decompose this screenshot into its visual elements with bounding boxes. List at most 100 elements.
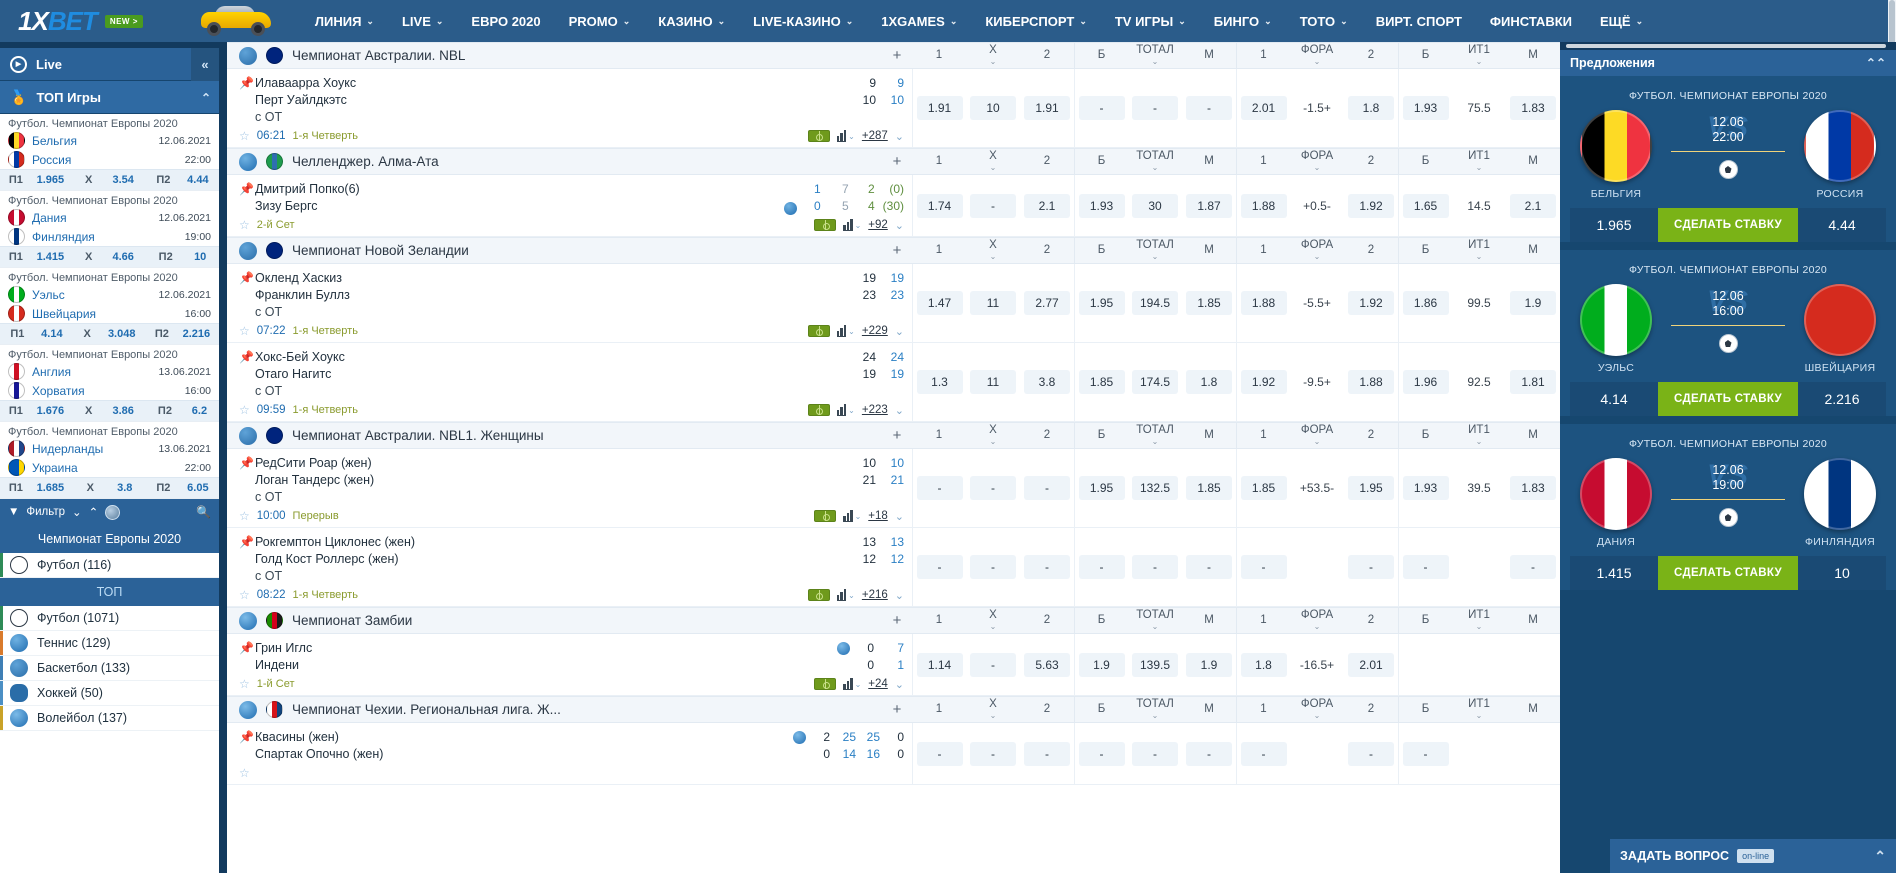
odd-cell-0[interactable]: 1.91 bbox=[912, 69, 966, 147]
add-league-button[interactable]: + bbox=[882, 697, 912, 722]
odd-cell-5[interactable]: - bbox=[1182, 723, 1236, 784]
odd-cell-0[interactable]: 1.47 bbox=[912, 264, 966, 342]
odd-cell-1[interactable]: - bbox=[966, 528, 1020, 606]
market-header-9[interactable]: Б bbox=[1398, 608, 1452, 633]
sidebar-sport-basketball[interactable]: Баскетбол (133) bbox=[0, 656, 219, 681]
odd-cell-1[interactable]: 10 bbox=[966, 69, 1020, 147]
market-header-8[interactable]: 2 bbox=[1344, 149, 1398, 174]
live-pitch-icon[interactable] bbox=[814, 219, 837, 231]
odd-cell-11[interactable] bbox=[1506, 723, 1560, 784]
live-pitch-icon[interactable] bbox=[807, 404, 830, 416]
top-game-team-row[interactable]: Украина 22:00 bbox=[0, 458, 219, 477]
globe-icon[interactable] bbox=[105, 504, 121, 520]
market-header-10[interactable]: ИТ1 ⌄ bbox=[1452, 423, 1506, 448]
odd-cell-7[interactable]: -1.5+ bbox=[1290, 69, 1344, 147]
add-league-button[interactable]: + bbox=[882, 149, 912, 174]
odd-cell-2[interactable]: - bbox=[1020, 528, 1074, 606]
odd-cell-4[interactable]: 139.5 bbox=[1128, 634, 1182, 695]
odd-cell-11[interactable]: - bbox=[1506, 528, 1560, 606]
odds-cell[interactable]: Х 3.048 bbox=[73, 324, 146, 344]
odd-cell-6[interactable]: 1.88 bbox=[1236, 264, 1290, 342]
market-header-6[interactable]: 1 bbox=[1236, 149, 1290, 174]
odd-cell-10[interactable]: 14.5 bbox=[1452, 175, 1506, 236]
pin-icon[interactable]: 📌 bbox=[239, 640, 255, 674]
right-panel-scroll[interactable] bbox=[1560, 42, 1896, 50]
live-pitch-icon[interactable] bbox=[814, 678, 837, 690]
odd-cell-0[interactable]: - bbox=[912, 528, 966, 606]
market-header-3[interactable]: Б bbox=[1074, 149, 1128, 174]
pin-icon[interactable]: 📌 bbox=[239, 534, 255, 585]
chevron-down-icon[interactable]: ⌄ bbox=[72, 505, 82, 519]
odd-cell-2[interactable]: 5.63 bbox=[1020, 634, 1074, 695]
odd-cell-5[interactable]: 1.85 bbox=[1182, 449, 1236, 527]
odd-cell-4[interactable]: - bbox=[1128, 528, 1182, 606]
market-header-8[interactable]: 2 bbox=[1344, 43, 1398, 68]
sidebar-item-top-games[interactable]: 🏅 ТОП Игры ⌃ bbox=[0, 81, 219, 114]
statistics-button[interactable]: ⌄ bbox=[836, 403, 855, 416]
sidebar-sport-football[interactable]: Футбол (116) bbox=[0, 553, 219, 578]
event-team-names[interactable]: Квасины (жен) Спартак Опочно (жен) bbox=[255, 729, 787, 763]
odd-cell-3[interactable]: 1.85 bbox=[1074, 343, 1128, 421]
add-league-button[interactable]: + bbox=[882, 43, 912, 68]
odd-cell-5[interactable]: 1.9 bbox=[1182, 634, 1236, 695]
market-header-5[interactable]: М bbox=[1182, 608, 1236, 633]
statistics-button[interactable]: ⌄ bbox=[843, 218, 861, 231]
odd-cell-1[interactable]: - bbox=[966, 634, 1020, 695]
market-header-4[interactable]: ТОТАЛ ⌄ bbox=[1128, 149, 1182, 174]
market-header-5[interactable]: М bbox=[1182, 697, 1236, 722]
offer-odd-away[interactable]: 10 bbox=[1798, 556, 1886, 590]
odd-cell-9[interactable]: - bbox=[1398, 528, 1452, 606]
favorite-star-icon[interactable]: ☆ bbox=[239, 218, 250, 232]
odd-cell-5[interactable]: 1.8 bbox=[1182, 343, 1236, 421]
market-header-4[interactable]: ТОТАЛ ⌄ bbox=[1128, 608, 1182, 633]
odd-cell-7[interactable] bbox=[1290, 528, 1344, 606]
market-header-3[interactable]: Б bbox=[1074, 697, 1128, 722]
odds-cell[interactable]: П1 1.965 bbox=[0, 170, 73, 190]
market-header-2[interactable]: 2 bbox=[1020, 423, 1074, 448]
expand-row-icon[interactable]: ⌄ bbox=[895, 678, 904, 691]
nav-item-1[interactable]: LIVE ⌄ bbox=[388, 0, 457, 42]
add-league-button[interactable]: + bbox=[882, 423, 912, 448]
odds-cell[interactable]: Х 3.86 bbox=[73, 401, 146, 421]
event-team-names[interactable]: Окленд Хаскиз Франклин Буллз с ОТ bbox=[255, 270, 846, 321]
favorite-star-icon[interactable]: ☆ bbox=[239, 403, 250, 417]
market-header-4[interactable]: ТОТАЛ ⌄ bbox=[1128, 43, 1182, 68]
offer-odd-away[interactable]: 2.216 bbox=[1798, 382, 1886, 416]
odd-cell-6[interactable]: 2.01 bbox=[1236, 69, 1290, 147]
market-header-3[interactable]: Б bbox=[1074, 423, 1128, 448]
nav-item-4[interactable]: КАЗИНО ⌄ bbox=[644, 0, 739, 42]
odd-cell-3[interactable]: 1.9 bbox=[1074, 634, 1128, 695]
market-header-4[interactable]: ТОТАЛ ⌄ bbox=[1128, 238, 1182, 263]
market-header-2[interactable]: 2 bbox=[1020, 608, 1074, 633]
league-title[interactable]: Чемпионат Чехии. Региональная лига. Ж... bbox=[227, 697, 882, 722]
place-bet-button[interactable]: СДЕЛАТЬ СТАВКУ bbox=[1658, 208, 1798, 242]
odd-cell-8[interactable]: 1.92 bbox=[1344, 264, 1398, 342]
odds-cell[interactable]: П2 6.05 bbox=[146, 478, 219, 498]
pin-icon[interactable]: 📌 bbox=[239, 270, 255, 321]
odd-cell-5[interactable]: - bbox=[1182, 69, 1236, 147]
odd-cell-2[interactable]: - bbox=[1020, 723, 1074, 784]
odd-cell-4[interactable]: 174.5 bbox=[1128, 343, 1182, 421]
odd-cell-2[interactable]: 1.91 bbox=[1020, 69, 1074, 147]
market-header-2[interactable]: 2 bbox=[1020, 43, 1074, 68]
market-header-2[interactable]: 2 bbox=[1020, 149, 1074, 174]
event-team-names[interactable]: Хокс-Бей Хоукс Отаго Нагитс с ОТ bbox=[255, 349, 846, 400]
odd-cell-6[interactable]: 1.8 bbox=[1236, 634, 1290, 695]
market-header-0[interactable]: 1 bbox=[912, 43, 966, 68]
nav-item-8[interactable]: TV ИГРЫ ⌄ bbox=[1101, 0, 1200, 42]
market-header-8[interactable]: 2 bbox=[1344, 238, 1398, 263]
odd-cell-6[interactable]: 1.92 bbox=[1236, 343, 1290, 421]
market-header-4[interactable]: ТОТАЛ ⌄ bbox=[1128, 697, 1182, 722]
statistics-button[interactable]: ⌄ bbox=[843, 677, 861, 690]
nav-item-7[interactable]: КИБЕРСПОРТ ⌄ bbox=[971, 0, 1100, 42]
odd-cell-9[interactable] bbox=[1398, 634, 1452, 695]
top-game-team-row[interactable]: Англия 13.06.2021 bbox=[0, 362, 219, 381]
market-header-7[interactable]: ФОРА ⌄ bbox=[1290, 43, 1344, 68]
market-header-8[interactable]: 2 bbox=[1344, 608, 1398, 633]
odds-cell[interactable]: П1 1.685 bbox=[0, 478, 73, 498]
more-markets-link[interactable]: +223 bbox=[862, 404, 888, 416]
nav-item-12[interactable]: ФИНСТАВКИ bbox=[1476, 0, 1586, 42]
market-header-1[interactable]: Х ⌄ bbox=[966, 43, 1020, 68]
odd-cell-8[interactable]: - bbox=[1344, 528, 1398, 606]
expand-row-icon[interactable]: ⌄ bbox=[895, 589, 904, 602]
